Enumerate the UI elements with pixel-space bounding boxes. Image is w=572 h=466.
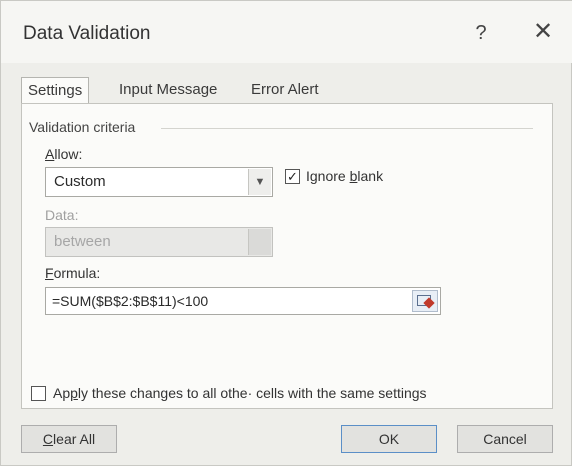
ignore-blank-label[interactable]: Ignore blank <box>306 168 383 184</box>
title-bar: Data Validation ? ✕ <box>1 1 572 63</box>
data-select-value: between <box>54 233 111 250</box>
apply-all-checkbox[interactable] <box>31 386 46 401</box>
ignore-blank-text-post: lank <box>357 168 384 184</box>
data-validation-dialog: Data Validation ? ✕ Settings Input Messa… <box>0 0 572 466</box>
clear-all-button[interactable]: Clear All <box>21 425 117 453</box>
formula-label-accesskey: F <box>45 265 54 281</box>
ok-button[interactable]: OK <box>341 425 437 453</box>
group-divider <box>161 128 533 129</box>
data-label: Data: <box>45 207 79 223</box>
ignore-blank-text-pre: Ignore <box>306 168 350 184</box>
tab-input-message[interactable]: Input Message <box>113 77 223 103</box>
chevron-down-icon <box>248 229 271 255</box>
validation-criteria-label: Validation criteria <box>29 119 142 135</box>
formula-label: Formula: <box>45 265 100 281</box>
clear-all-text: lear All <box>53 431 96 447</box>
close-icon[interactable]: ✕ <box>529 17 557 47</box>
apply-all-text-post: ly these changes to all othe· cells with… <box>77 385 427 401</box>
tab-settings[interactable]: Settings <box>21 77 90 104</box>
checkmark-icon: ✓ <box>287 169 298 184</box>
formula-label-text: ormula: <box>53 265 101 281</box>
allow-label: Allow: <box>45 146 82 162</box>
allow-select[interactable]: Custom ▼ <box>45 167 273 197</box>
dialog-title: Data Validation <box>23 23 151 44</box>
allow-label-text: llow: <box>54 146 83 162</box>
allow-select-value: Custom <box>54 173 106 190</box>
ignore-blank-checkbox[interactable]: ✓ <box>285 169 300 184</box>
cancel-button[interactable]: Cancel <box>457 425 553 453</box>
data-select: between <box>45 227 273 257</box>
formula-input[interactable]: =SUM($B$2:$B$11)<100 <box>45 287 441 315</box>
allow-label-accesskey: A <box>45 146 55 162</box>
tab-error-alert[interactable]: Error Alert <box>245 77 325 103</box>
help-icon[interactable]: ? <box>469 19 493 47</box>
apply-all-text-pre: Ap <box>53 385 71 401</box>
clear-all-accesskey: C <box>42 431 54 447</box>
range-select-icon[interactable] <box>412 290 438 312</box>
formula-value: =SUM($B$2:$B$11)<100 <box>52 293 209 309</box>
chevron-down-icon[interactable]: ▼ <box>248 169 271 195</box>
apply-all-label[interactable]: Apply these changes to all othe· cells w… <box>53 385 427 401</box>
apply-all-accesskey: p <box>70 385 78 401</box>
